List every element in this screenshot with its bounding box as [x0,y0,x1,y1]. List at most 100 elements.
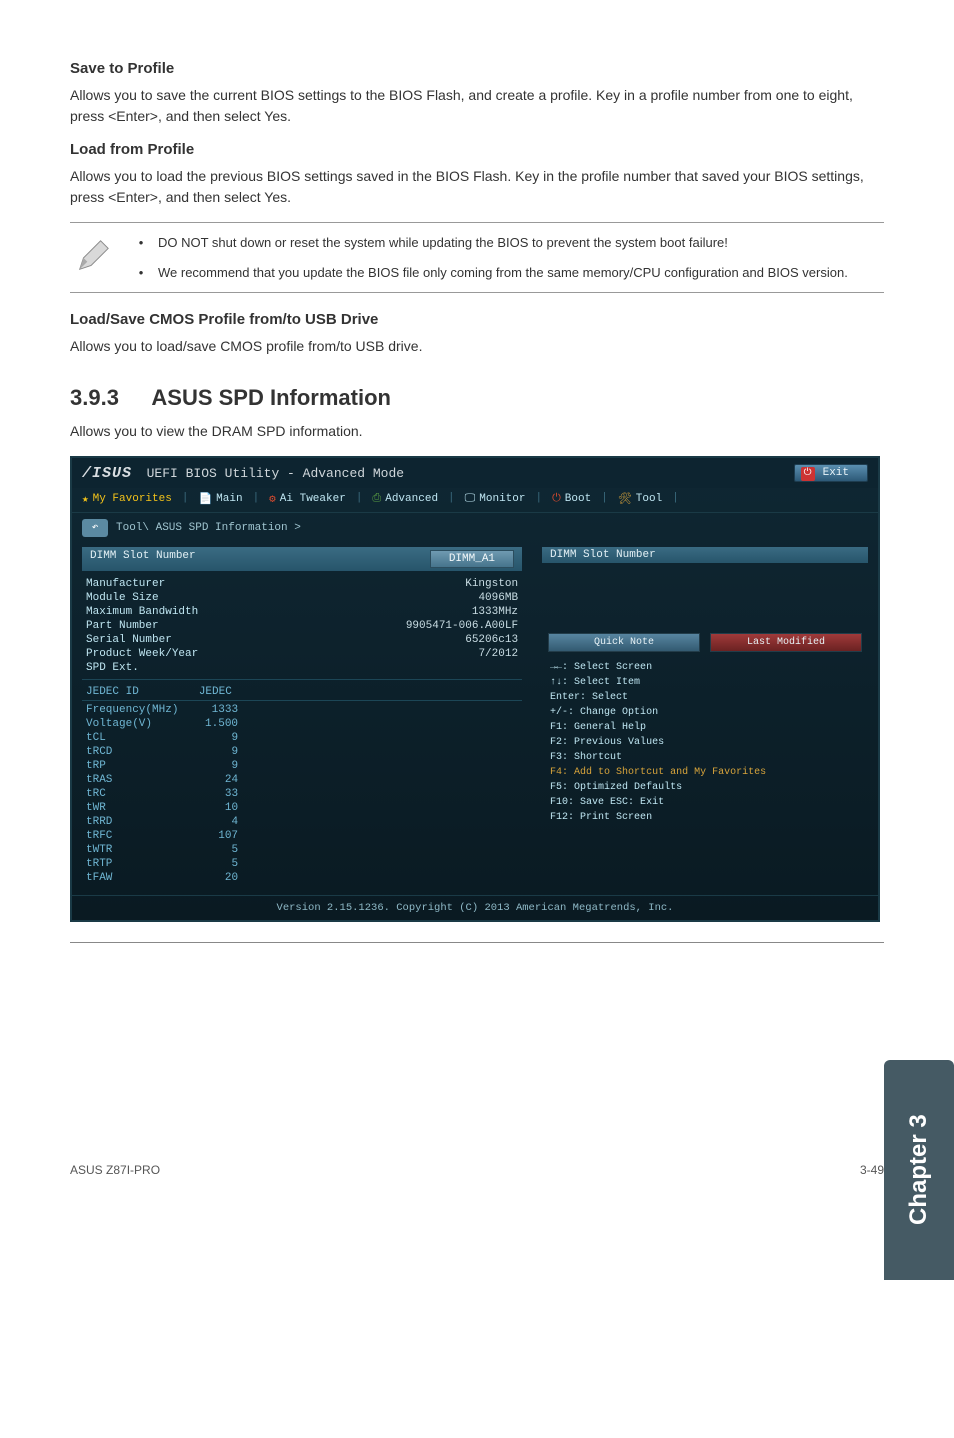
timing-row: tRFC 107 [82,829,522,843]
help-line: F4: Add to Shortcut and My Favorites [550,765,860,780]
note-text: We recommend that you update the BIOS fi… [158,263,848,283]
save-profile-body: Allows you to save the current BIOS sett… [70,85,884,127]
timing-key: tRCD [86,746,112,758]
spd-value: 9905471-006.A00LF [406,620,518,632]
spd-key: Module Size [86,592,159,604]
jedec-id-label: JEDEC ID [86,686,139,698]
timing-row: tWR 10 [82,801,522,815]
dimm-header-row: DIMM Slot Number DIMM_A1 [82,547,522,571]
timing-value: 10 [225,802,518,814]
timing-key: tRFC [86,830,112,842]
timing-key: tRP [86,760,106,772]
jedec-id-value: JEDEC [199,686,232,698]
timing-row: tCL 9 [82,731,522,745]
menu-monitor[interactable]: 🖵 Monitor [465,492,526,506]
timing-key: tRRD [86,816,112,828]
pencil-icon [74,233,124,282]
bios-title: UEFI BIOS Utility - Advanced Mode [147,466,404,481]
load-profile-body: Allows you to load the previous BIOS set… [70,166,884,208]
spd-value: Kingston [465,578,518,590]
dimm-slot-dropdown[interactable]: DIMM_A1 [430,550,514,568]
timing-key: tFAW [86,872,112,884]
timing-row: tRTP 5 [82,857,522,871]
timing-row: Frequency(MHz) 1333 [82,703,522,717]
asus-logo: /ISUS [82,465,132,482]
right-panel-header: DIMM Slot Number [542,547,868,563]
menu-favorites[interactable]: ★ My Favorites [82,492,172,506]
timing-value: 9 [231,746,518,758]
note-box: •DO NOT shut down or reset the system wh… [70,222,884,293]
spd-value: 7/2012 [478,648,518,660]
exit-button[interactable]: ⏻Exit [794,464,868,482]
timing-row: tRC33 [82,787,522,801]
section-number: 3.9.3 [70,385,119,410]
spd-body: Allows you to view the DRAM SPD informat… [70,421,884,442]
timing-value: 5 [231,858,518,870]
timing-row: tRRD4 [82,815,522,829]
save-profile-title: Save to Profile [70,60,884,77]
spd-row: Serial Number65206c13 [82,633,522,647]
timing-key: Frequency(MHz) [86,704,178,716]
help-line: ↑↓: Select Item [550,675,860,690]
spd-row: Part Number9905471-006.A00LF [82,619,522,633]
spd-key: Product Week/Year [86,648,198,660]
spd-row: Product Week/Year 7/2012 [82,647,522,661]
timing-row: tRP 9 [82,759,522,773]
help-line: F3: Shortcut [550,750,860,765]
menu-tool[interactable]: 🛠 Tool [618,492,662,506]
right-panel-desc [542,569,868,573]
help-line: F2: Previous Values [550,735,860,750]
spd-value: 4096MB [478,592,518,604]
menu-advanced[interactable]: ⎙ Advanced [372,492,438,506]
timing-row: tRAS24 [82,773,522,787]
bios-menu: ★ My Favorites| 📄 Main| ⚙ Ai Tweaker| ⎙ … [72,488,878,513]
timing-row: Voltage(V) 1.500 [82,717,522,731]
power-icon: ⏻ [801,467,815,481]
timing-value: 33 [225,788,518,800]
timing-value: 20 [225,872,518,884]
bios-window: /ISUS UEFI BIOS Utility - Advanced Mode … [70,456,880,922]
footer-model: ASUS Z87I-PRO [70,1163,160,1177]
spd-row: Manufacturer Kingston [82,577,522,591]
timing-key: tCL [86,732,106,744]
footer-page: 3-49 [860,1163,884,1177]
timing-key: tRTP [86,858,112,870]
spd-value: 1333MHz [472,606,518,618]
load-profile-title: Load from Profile [70,141,884,158]
spd-row: SPD Ext. [82,661,522,675]
cmos-body: Allows you to load/save CMOS profile fro… [70,336,884,357]
help-line: F5: Optimized Defaults [550,780,860,795]
timing-value: 9 [231,760,518,772]
timing-key: Voltage(V) [86,718,152,730]
note-text: DO NOT shut down or reset the system whi… [158,233,728,253]
timing-value: 9 [231,732,518,744]
timing-key: tWTR [86,844,112,856]
menu-main[interactable]: 📄 Main [198,492,242,506]
cmos-title: Load/Save CMOS Profile from/to USB Drive [70,311,884,328]
timing-key: tWR [86,802,106,814]
spd-key: Manufacturer [86,578,165,590]
last-modified-button[interactable]: Last Modified [710,633,862,652]
help-line: F12: Print Screen [550,810,860,825]
timing-row: tRCD 9 [82,745,522,759]
quick-note-button[interactable]: Quick Note [548,633,700,652]
spd-key: Serial Number [86,634,172,646]
timing-value: 1333 [212,704,518,716]
spd-key: SPD Ext. [86,662,139,674]
menu-tweaker[interactable]: ⚙ Ai Tweaker [269,492,346,506]
dimm-slot-label: DIMM Slot Number [90,550,196,568]
timing-value: 1.500 [205,718,518,730]
timing-value: 5 [231,844,518,856]
menu-boot[interactable]: ⏻ Boot [552,492,591,506]
timing-value: 24 [225,774,518,786]
chapter-tab: Chapter 3 [884,1060,954,1280]
timing-value: 107 [218,830,518,842]
spd-row: Module Size 4096MB [82,591,522,605]
help-panel: →←: Select Screen↑↓: Select ItemEnter: S… [542,660,868,825]
back-button[interactable]: ↶ [82,519,108,537]
help-line: Enter: Select [550,690,860,705]
help-line: F1: General Help [550,720,860,735]
spd-row: Maximum Bandwidth1333MHz [82,605,522,619]
note-item: •DO NOT shut down or reset the system wh… [124,233,880,253]
note-item: •We recommend that you update the BIOS f… [124,263,880,283]
